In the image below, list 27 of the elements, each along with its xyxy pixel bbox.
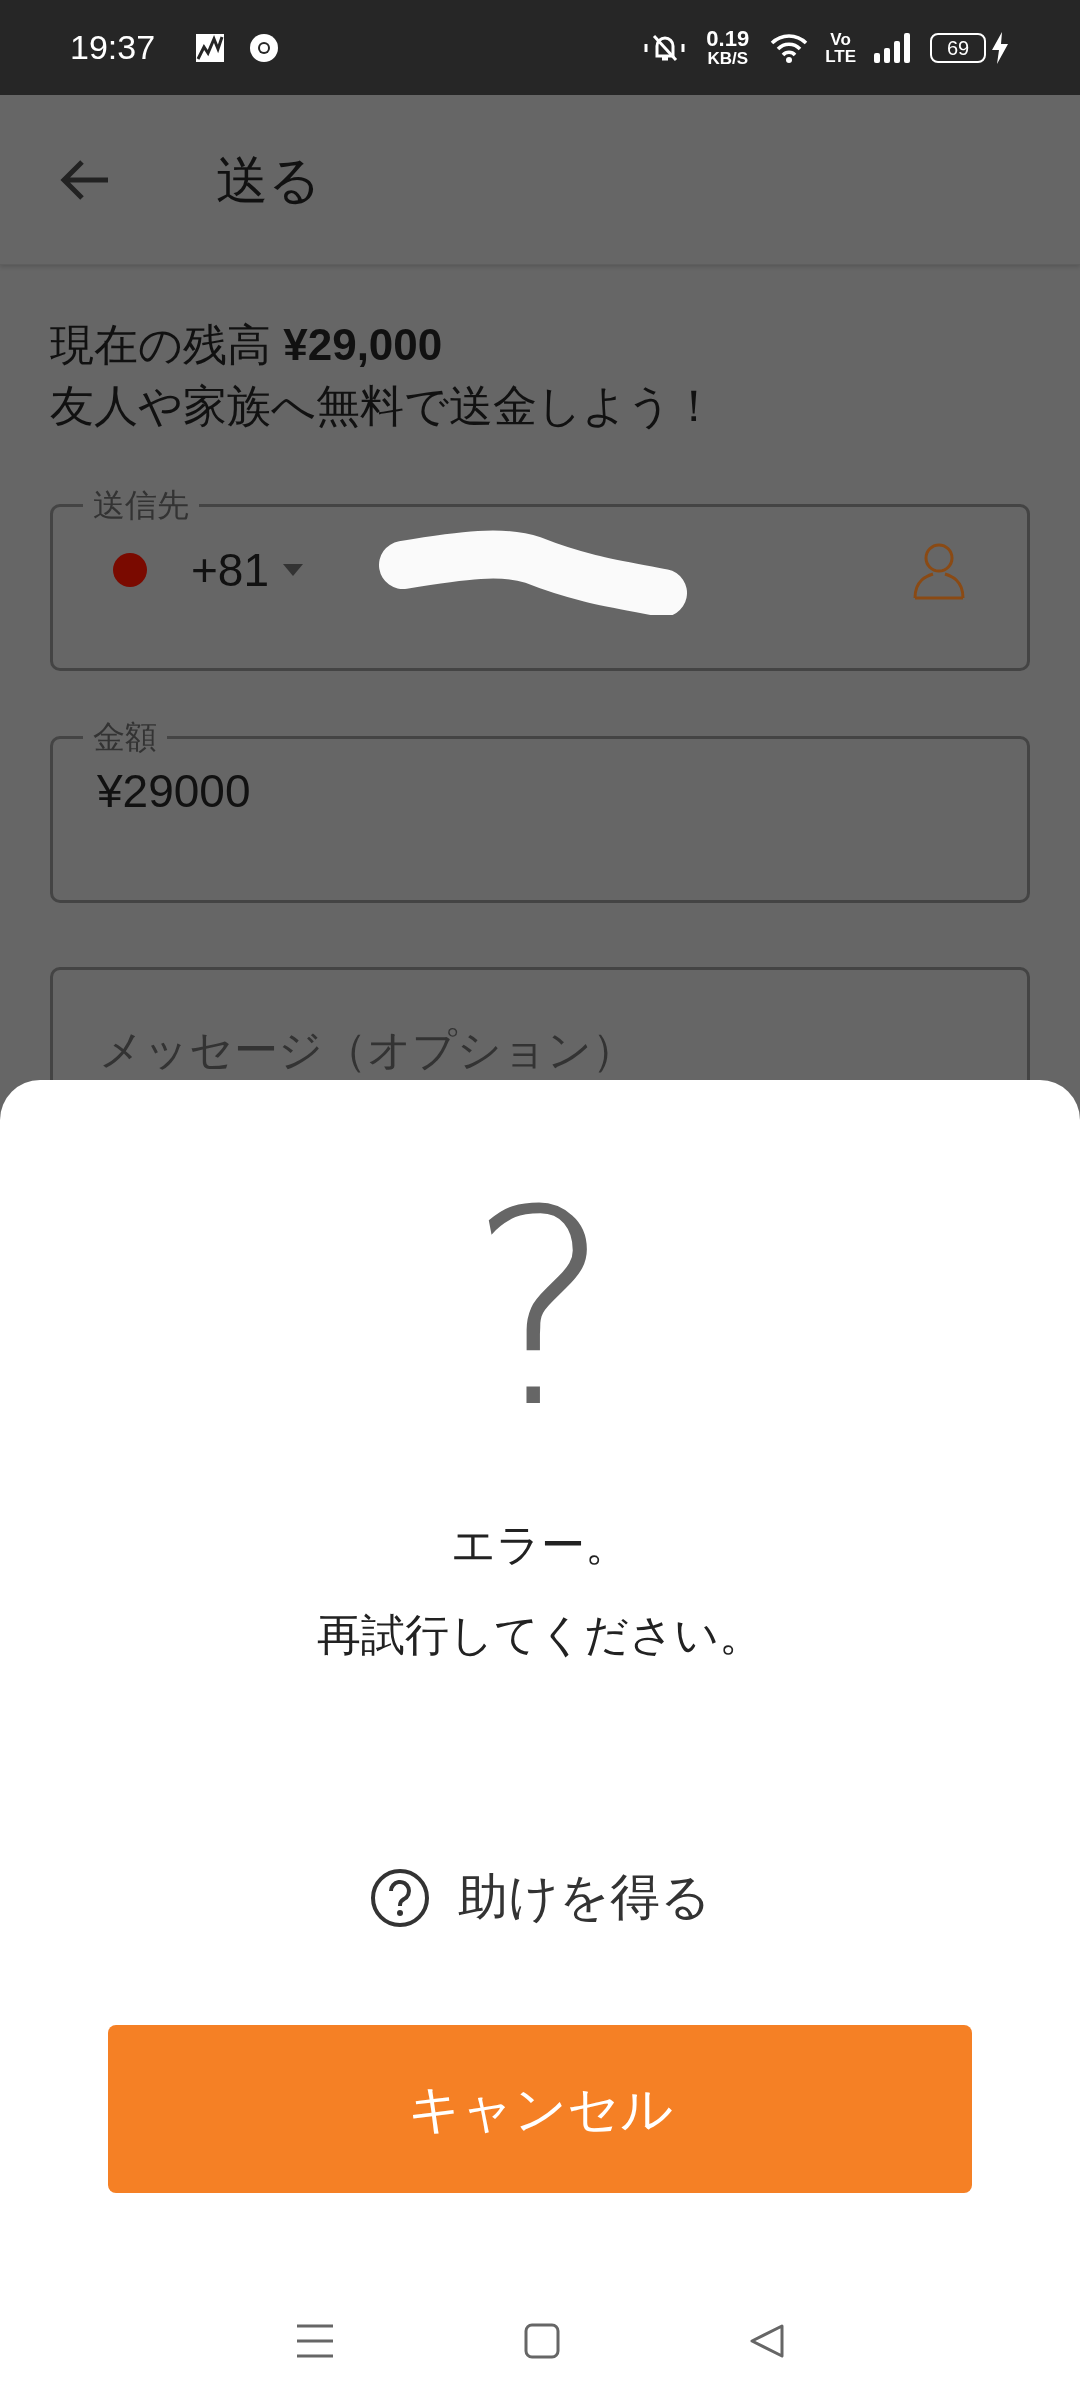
subtitle: 友人や家族へ無料で送金しよう！ [50, 380, 717, 432]
net-speed-unit: KB/S [707, 50, 749, 67]
balance-text: 現在の残高 ¥29,000 [50, 319, 444, 371]
chart-icon [195, 32, 226, 63]
amount-value: ¥29000 [97, 764, 251, 819]
caret-icon [283, 564, 304, 576]
menu-icon[interactable] [294, 2323, 335, 2359]
browser-icon [249, 32, 280, 63]
cancel-button[interactable]: キャンセル [108, 2025, 972, 2193]
error-message: 再試行してください。 [317, 1609, 763, 1661]
help-icon [369, 1867, 430, 1928]
help-link[interactable]: 助けを得る [369, 1860, 711, 1935]
charging-icon [990, 31, 1010, 64]
back-nav-icon[interactable] [749, 2323, 786, 2359]
question-mark: ? [468, 1160, 612, 1460]
battery: 69 [930, 32, 986, 63]
error-message: エラー。 [451, 1519, 629, 1571]
volte-label: Vo [830, 30, 851, 48]
home-icon[interactable] [524, 2323, 560, 2359]
volte-label: LTE [825, 47, 856, 65]
wifi-icon [769, 31, 810, 64]
signal-icon [874, 32, 912, 63]
flag-icon [113, 553, 147, 587]
page-title: 送る [216, 149, 321, 211]
country-code-dropdown[interactable]: +81 [191, 535, 304, 605]
net-speed: 0.19 [706, 28, 750, 50]
clock: 19:37 [70, 27, 156, 68]
